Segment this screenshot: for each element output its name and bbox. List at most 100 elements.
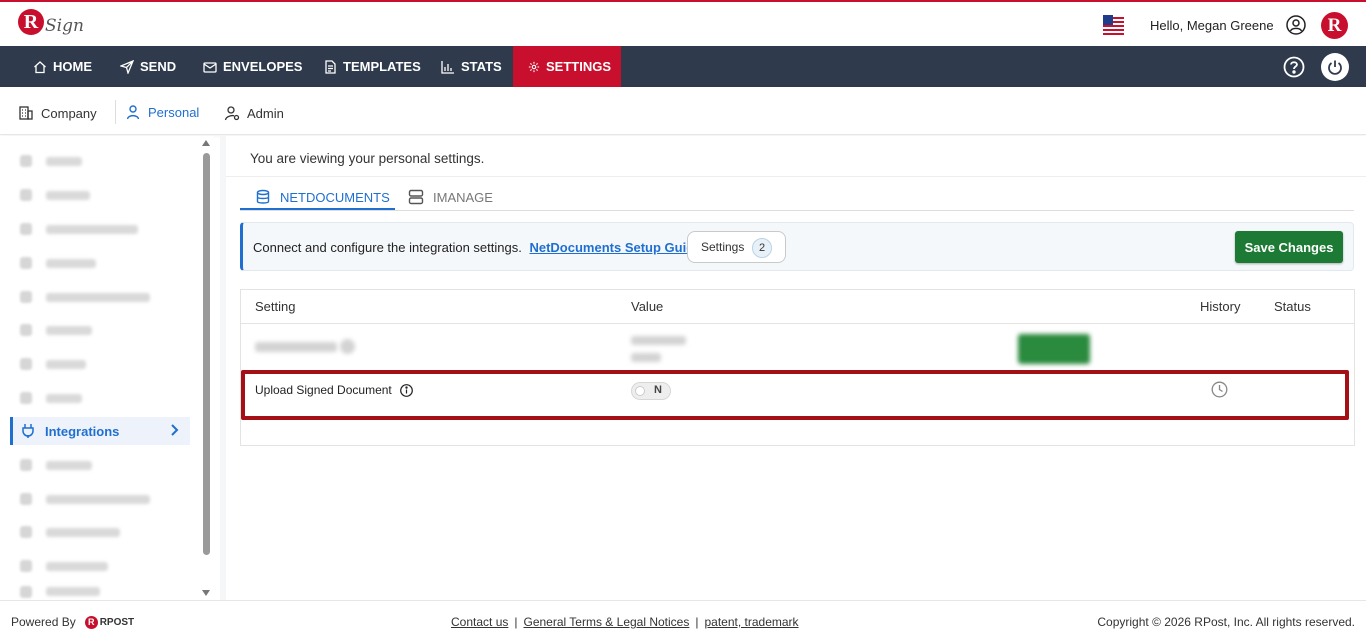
column-header-status: Status xyxy=(1274,299,1311,314)
scroll-down-arrow-icon[interactable] xyxy=(202,590,210,596)
tabs-divider xyxy=(240,210,1354,211)
scrollbar-thumb[interactable] xyxy=(203,153,210,555)
nav-templates[interactable]: TEMPLATES xyxy=(313,46,431,87)
footer-links: Contact us | General Terms & Legal Notices… xyxy=(451,615,799,629)
uk-flag-icon[interactable] xyxy=(1103,15,1124,35)
contact-us-link[interactable]: Contact us xyxy=(451,615,508,629)
blurred-icon xyxy=(20,324,32,336)
blurred-icon xyxy=(20,155,32,167)
sidebar-item-label: Integrations xyxy=(45,423,120,439)
blurred-icon xyxy=(20,291,32,303)
tab-netdocuments[interactable]: NETDOCUMENTS xyxy=(255,183,390,211)
tab-personal-label: Personal xyxy=(148,104,200,120)
user-profile-icon[interactable] xyxy=(1286,15,1306,35)
send-icon xyxy=(120,59,134,74)
setup-guide-link[interactable]: NetDocuments Setup Guide xyxy=(529,240,701,255)
info-message: Connect and configure the integration se… xyxy=(253,240,522,255)
tab-imanage[interactable]: IMANAGE xyxy=(408,183,493,211)
sidebar-item-blurred[interactable] xyxy=(10,316,190,344)
admin-user-icon xyxy=(224,106,240,121)
nav-settings-label: SETTINGS xyxy=(545,59,611,74)
sidebar-item-blurred[interactable] xyxy=(10,451,190,479)
sidebar-item-blurred[interactable] xyxy=(10,350,190,378)
rpost-brand-logo[interactable]: R xyxy=(1321,12,1348,39)
tab-company-label: Company xyxy=(41,105,97,121)
blurred-action-button[interactable] xyxy=(1018,334,1090,364)
sidebar-item-blurred[interactable] xyxy=(10,147,190,175)
blurred-label xyxy=(46,325,92,335)
blurred-icon xyxy=(20,189,32,201)
nav-home-label: HOME xyxy=(53,59,92,74)
blurred-label xyxy=(46,393,82,403)
save-changes-button[interactable]: Save Changes xyxy=(1235,231,1343,263)
nav-stats-label: STATS xyxy=(461,59,502,74)
person-icon xyxy=(126,105,140,120)
sidebar-item-blurred[interactable] xyxy=(10,215,190,243)
nav-home[interactable]: HOME xyxy=(23,46,102,87)
scroll-up-arrow-icon[interactable] xyxy=(202,140,210,146)
stats-icon xyxy=(441,60,454,74)
sidebar-item-blurred[interactable] xyxy=(10,583,190,600)
tab-divider xyxy=(115,100,116,124)
tab-personal[interactable]: Personal xyxy=(125,104,199,120)
column-header-value: Value xyxy=(631,299,664,314)
sidebar-item-blurred[interactable] xyxy=(10,485,190,513)
copyright-text: Copyright © 2026 RPost, Inc. All rights … xyxy=(1097,615,1355,629)
chevron-right-icon xyxy=(171,424,179,436)
active-tab-indicator xyxy=(240,208,395,210)
blurred-icon xyxy=(20,223,32,235)
sidebar-item-blurred[interactable] xyxy=(10,518,190,546)
nav-settings[interactable]: SETTINGS xyxy=(513,46,621,87)
powered-by: Powered By R RPOST xyxy=(11,615,134,629)
top-header: R Sign Hello, Megan Greene R xyxy=(0,0,1366,46)
home-icon xyxy=(34,60,46,73)
nav-templates-label: TEMPLATES xyxy=(343,59,421,74)
plug-icon xyxy=(22,424,34,438)
logo-sign-text: Sign xyxy=(45,16,84,36)
blurred-label xyxy=(46,224,138,234)
blurred-value-text xyxy=(631,353,661,362)
blurred-icon xyxy=(20,257,32,269)
settings-pill-label: Settings xyxy=(701,240,745,254)
blurred-icon xyxy=(20,526,32,538)
blurred-label xyxy=(46,587,100,596)
blurred-icon xyxy=(20,392,32,404)
highlight-annotation-box xyxy=(241,370,1349,420)
tab-netdocuments-label: NETDOCUMENTS xyxy=(280,189,390,205)
tab-admin-label: Admin xyxy=(247,105,284,121)
template-icon xyxy=(325,59,336,74)
sidebar-item-integrations[interactable]: Integrations xyxy=(10,417,190,445)
gear-icon xyxy=(528,61,540,72)
blurred-label xyxy=(46,561,108,571)
logout-button[interactable] xyxy=(1321,53,1349,81)
sidebar-item-blurred[interactable] xyxy=(10,283,190,311)
blurred-label xyxy=(46,527,120,537)
nav-envelopes[interactable]: ENVELOPES xyxy=(193,46,312,87)
tab-company[interactable]: Company xyxy=(18,105,97,121)
info-text: Connect and configure the integration se… xyxy=(253,240,701,255)
settings-count-button[interactable]: Settings 2 xyxy=(687,231,786,263)
terms-link[interactable]: General Terms & Legal Notices xyxy=(524,615,690,629)
sidebar-item-blurred[interactable] xyxy=(10,384,190,412)
nav-stats[interactable]: STATS xyxy=(431,46,512,87)
link-separator: | xyxy=(695,615,699,629)
blurred-icon xyxy=(20,459,32,471)
patent-link[interactable]: patent, trademark xyxy=(704,615,798,629)
user-greeting: Hello, Megan Greene xyxy=(1150,18,1274,33)
nav-send[interactable]: SEND xyxy=(110,46,186,87)
sidebar-item-blurred[interactable] xyxy=(10,249,190,277)
sidebar-item-blurred[interactable] xyxy=(10,181,190,209)
blurred-setting-text xyxy=(255,342,337,352)
logo-letter: R xyxy=(18,9,44,35)
page-footer: Powered By R RPOST Contact us | General Te… xyxy=(0,600,1366,641)
sidebar-item-blurred[interactable] xyxy=(10,552,190,580)
rsign-logo[interactable]: R Sign xyxy=(18,8,84,36)
main-navigation: HOME SEND ENVELOPES TEMPLATES STATS SETT… xyxy=(0,46,1366,87)
blurred-icon xyxy=(20,560,32,572)
nav-envelopes-label: ENVELOPES xyxy=(223,59,303,74)
tab-admin[interactable]: Admin xyxy=(224,105,284,121)
help-icon[interactable] xyxy=(1283,56,1305,78)
blurred-label xyxy=(46,156,82,166)
blurred-icon xyxy=(20,358,32,370)
page-title: You are viewing your personal settings. xyxy=(250,151,485,166)
